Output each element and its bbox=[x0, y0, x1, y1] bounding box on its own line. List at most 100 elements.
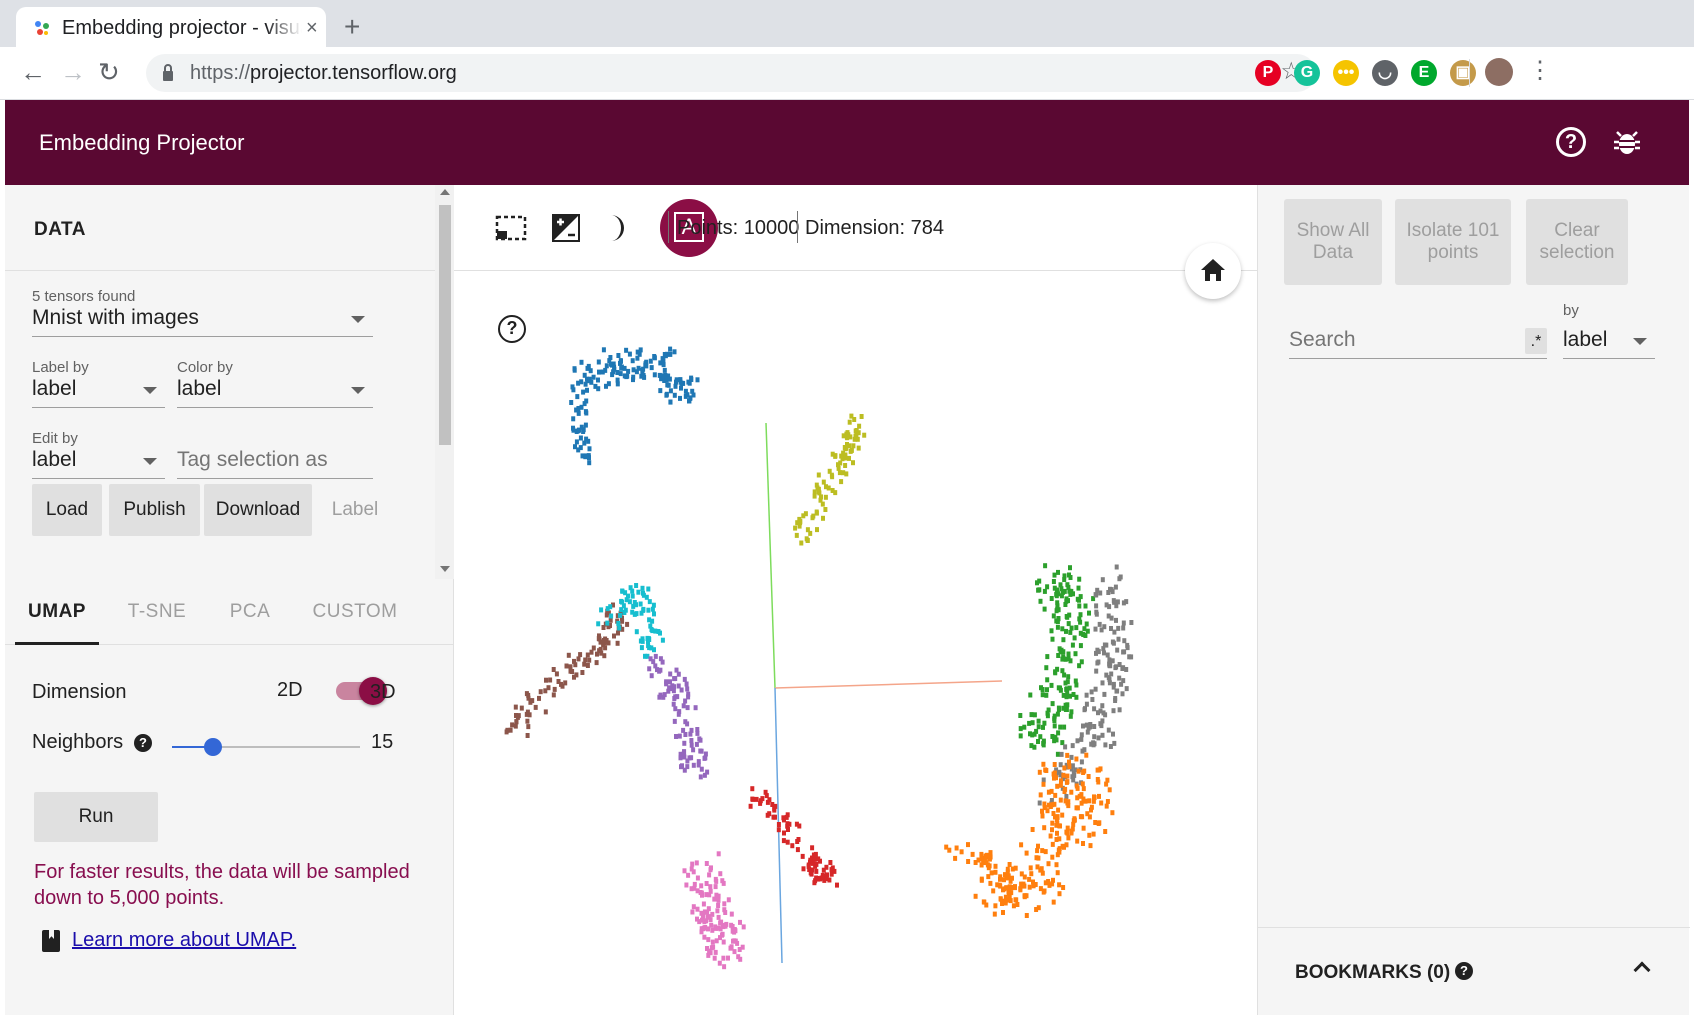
data-scrollbar[interactable] bbox=[435, 185, 454, 579]
pocket-icon[interactable]: ◡ bbox=[1372, 60, 1398, 86]
scatter-point bbox=[513, 704, 518, 710]
show-all-data-button[interactable]: Show All Data bbox=[1284, 199, 1382, 285]
back-icon[interactable]: ← bbox=[20, 59, 46, 85]
scatter-point bbox=[639, 645, 644, 651]
scroll-up-icon[interactable] bbox=[440, 189, 450, 195]
scene-help-icon[interactable]: ? bbox=[498, 315, 526, 343]
scatter-point bbox=[844, 471, 849, 477]
help-icon[interactable]: ? bbox=[1455, 962, 1473, 980]
learn-more-umap-link[interactable]: Learn more about UMAP. bbox=[72, 927, 296, 953]
search-by-select[interactable]: label bbox=[1563, 325, 1655, 359]
scatter-point bbox=[693, 705, 698, 711]
forward-icon[interactable]: → bbox=[60, 59, 86, 85]
scatter-point bbox=[668, 399, 673, 405]
tab-umap[interactable]: UMAP bbox=[15, 579, 99, 645]
scatter-point bbox=[1125, 642, 1130, 648]
tab-close-icon[interactable]: × bbox=[306, 17, 318, 39]
scatter-point bbox=[839, 453, 844, 459]
scatter-point bbox=[718, 935, 722, 941]
grammarly-icon[interactable]: G bbox=[1294, 60, 1320, 86]
scatter-point bbox=[704, 881, 709, 886]
scatter-point bbox=[813, 851, 818, 857]
scatter-point bbox=[1094, 603, 1099, 609]
scatter-point bbox=[712, 896, 717, 902]
evernote-icon[interactable]: E bbox=[1411, 60, 1437, 86]
scroll-down-icon[interactable] bbox=[440, 566, 450, 572]
inspector-panel: Show All Data Isolate 101 points Clear s… bbox=[1257, 185, 1690, 1015]
scatter-point bbox=[1040, 692, 1045, 698]
tag-selection-input[interactable]: Tag selection as bbox=[177, 445, 373, 479]
scatter-point bbox=[653, 628, 658, 634]
night-mode-contrast-icon[interactable] bbox=[549, 211, 583, 245]
scatter-point bbox=[1045, 654, 1050, 660]
memo-extension-icon[interactable]: ••• bbox=[1333, 60, 1359, 86]
label-button[interactable]: Label bbox=[319, 484, 391, 536]
color-by-value: label bbox=[177, 377, 222, 400]
scatter-point bbox=[1060, 668, 1065, 674]
scatter-point bbox=[1013, 897, 1018, 903]
bug-report-icon[interactable] bbox=[1611, 126, 1643, 158]
bounding-box-select-icon[interactable] bbox=[494, 211, 528, 245]
color-by-select[interactable]: label bbox=[177, 374, 373, 408]
scatter-point bbox=[989, 870, 994, 876]
scrollbar-thumb[interactable] bbox=[439, 205, 451, 445]
scatter-point bbox=[776, 827, 781, 833]
scatter-point bbox=[856, 445, 861, 451]
scatter-point bbox=[652, 647, 656, 653]
edit-by-select[interactable]: label bbox=[32, 445, 165, 479]
clear-selection-button[interactable]: Clear selection bbox=[1526, 199, 1628, 285]
scatter-point bbox=[806, 862, 811, 868]
neighbors-slider-knob[interactable] bbox=[204, 738, 222, 756]
isolate-points-button[interactable]: Isolate 101 points bbox=[1395, 199, 1511, 285]
tab-custom[interactable]: CUSTOM bbox=[305, 579, 405, 645]
reset-view-home-icon[interactable] bbox=[1185, 243, 1241, 299]
bookmarks-panel[interactable]: BOOKMARKS (0) ? bbox=[1258, 927, 1690, 1015]
chevron-up-icon[interactable] bbox=[1633, 961, 1651, 979]
regex-toggle-button[interactable]: .* bbox=[1525, 328, 1547, 354]
scatter-point bbox=[676, 711, 681, 717]
run-button[interactable]: Run bbox=[34, 792, 158, 842]
scatter-3d-canvas[interactable] bbox=[454, 271, 1257, 1015]
scatter-point bbox=[682, 767, 687, 773]
scatter-point bbox=[1045, 677, 1050, 683]
scatter-point bbox=[716, 851, 721, 857]
help-icon[interactable]: ? bbox=[134, 734, 152, 752]
search-input[interactable]: Search bbox=[1289, 325, 1547, 359]
scatter-point bbox=[584, 436, 589, 442]
tab-pca[interactable]: PCA bbox=[210, 579, 290, 645]
new-tab-icon[interactable]: + bbox=[344, 12, 360, 42]
tensor-select[interactable]: Mnist with images bbox=[32, 303, 373, 337]
scatter-point bbox=[988, 880, 993, 886]
moon-icon[interactable] bbox=[599, 211, 633, 245]
load-button[interactable]: Load bbox=[32, 484, 102, 536]
label-by-select[interactable]: label bbox=[32, 374, 165, 408]
publish-button[interactable]: Publish bbox=[109, 484, 200, 536]
scatter-point bbox=[1007, 862, 1012, 867]
pinterest-icon[interactable]: P bbox=[1255, 60, 1281, 86]
scatter-point bbox=[1004, 875, 1009, 881]
scatter-point bbox=[1049, 682, 1054, 688]
scatter-point bbox=[641, 590, 645, 596]
scatter-point bbox=[1054, 837, 1059, 842]
profile-avatar[interactable] bbox=[1485, 58, 1513, 86]
scatter-point bbox=[1109, 615, 1114, 621]
download-button[interactable]: Download bbox=[204, 484, 312, 536]
scatter-point bbox=[554, 671, 559, 677]
scatter-point bbox=[620, 588, 625, 594]
browser-menu-icon[interactable]: ⋮ bbox=[1528, 57, 1552, 85]
help-icon[interactable]: ? bbox=[1556, 127, 1586, 157]
address-bar[interactable]: https://projector.tensorflow.org ☆ bbox=[146, 54, 1316, 92]
browser-tab[interactable]: Embedding projector - visualization of h… bbox=[16, 7, 326, 47]
scatter-point bbox=[1022, 874, 1027, 880]
scatter-point bbox=[1055, 751, 1060, 757]
tab-tsne[interactable]: T-SNE bbox=[115, 579, 199, 645]
briefcase-extension-icon[interactable]: ▣ bbox=[1450, 60, 1476, 86]
dimension-3d-label: 3D bbox=[370, 681, 396, 703]
reload-icon[interactable]: ↻ bbox=[98, 59, 120, 85]
scatter-point bbox=[685, 705, 690, 711]
scatter-point bbox=[1114, 688, 1119, 694]
scatter-point bbox=[1085, 811, 1090, 817]
scatter-point bbox=[1079, 736, 1084, 742]
scatter-point bbox=[1004, 885, 1009, 891]
scatter-point bbox=[707, 948, 712, 954]
